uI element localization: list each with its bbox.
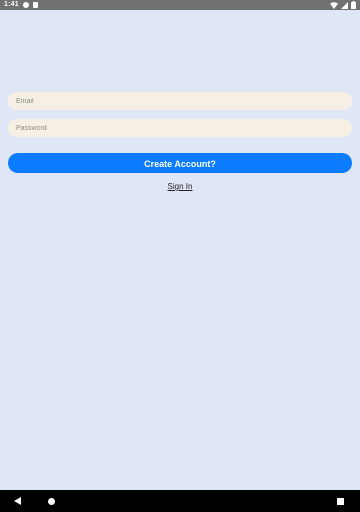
back-icon[interactable]: [7, 490, 29, 512]
status-bar: 1:41: [0, 0, 360, 10]
password-field[interactable]: [8, 119, 352, 137]
recents-icon[interactable]: [329, 490, 351, 512]
status-left: 1:41: [4, 0, 38, 10]
notification-doc-icon: [32, 2, 38, 8]
notification-dot-icon: [22, 2, 29, 8]
status-right: [330, 0, 356, 10]
wifi-icon: [330, 1, 338, 9]
battery-icon: [351, 1, 356, 9]
signal-icon: [341, 1, 348, 9]
status-time: 1:41: [4, 1, 19, 8]
email-field[interactable]: [8, 92, 352, 110]
create-account-button[interactable]: Create Account?: [8, 153, 352, 173]
navigation-bar: [0, 490, 360, 512]
home-icon[interactable]: [40, 490, 62, 512]
sign-in-link[interactable]: Sign In: [0, 182, 360, 191]
